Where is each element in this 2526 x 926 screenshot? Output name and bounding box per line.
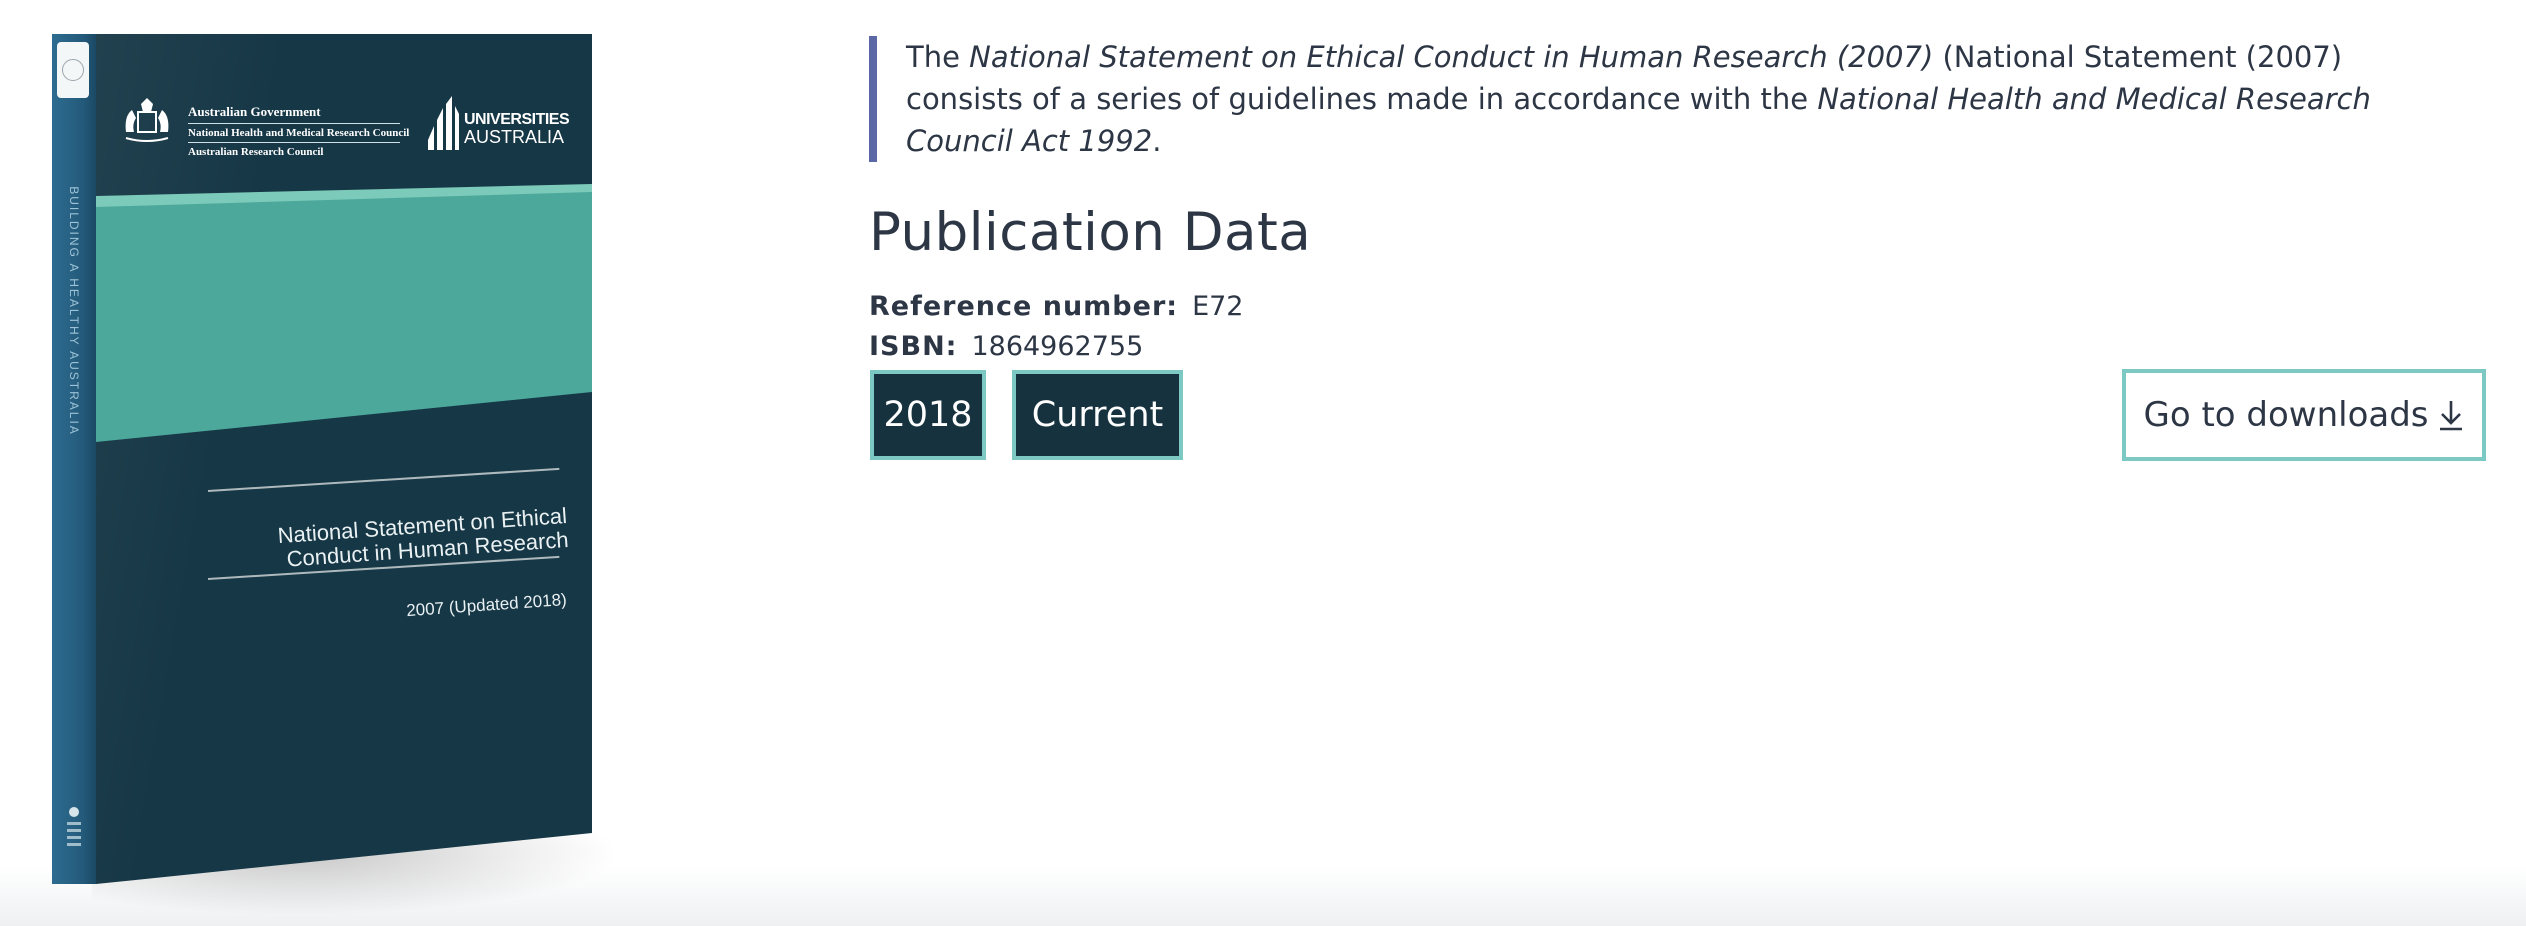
government-logo-text: Australian Government National Health an… [188, 104, 409, 158]
go-to-downloads-button[interactable]: Go to downloads [2122, 369, 2486, 461]
universities-australia-logo-icon [428, 96, 459, 150]
reference-number-value: E72 [1192, 291, 1244, 322]
intro-text: The National Statement on Ethical Conduc… [906, 40, 2371, 158]
publication-cover-image: BUILDING A HEALTHY AUSTRALIA Australian … [52, 34, 612, 914]
book-front-cover: Australian Government National Health an… [96, 34, 592, 884]
australian-coat-of-arms-icon [125, 98, 169, 142]
isbn-row: ISBN: 1864962755 [869, 331, 1143, 362]
download-arrow-icon [2439, 401, 2462, 431]
universities-australia-logo-text: UNIVERSITIES AUSTRALIA [464, 111, 570, 147]
publication-data-heading: Publication Data [869, 202, 1312, 263]
spine-crest-icon [67, 807, 81, 846]
reference-number-label: Reference number: [869, 291, 1179, 322]
gov-line-nhmrc: National Health and Medical Research Cou… [188, 124, 409, 143]
isbn-value: 1864962755 [971, 331, 1144, 362]
gov-line-australian-government: Australian Government [188, 104, 400, 124]
statement-title: National Statement on Ethical Conduct in… [969, 40, 1934, 74]
gov-line-arc: Australian Research Council [188, 146, 324, 158]
tag-2018[interactable]: 2018 [870, 370, 986, 460]
tag-current[interactable]: Current [1012, 370, 1183, 460]
isbn-label: ISBN: [869, 331, 958, 362]
spine-logo-badge [57, 42, 89, 98]
go-to-downloads-label: Go to downloads [2143, 395, 2429, 435]
reference-number-row: Reference number: E72 [869, 291, 1243, 322]
intro-blockquote: The National Statement on Ethical Conduc… [869, 36, 2419, 162]
book-spine: BUILDING A HEALTHY AUSTRALIA [52, 34, 96, 884]
spine-title: BUILDING A HEALTHY AUSTRALIA [67, 186, 81, 436]
